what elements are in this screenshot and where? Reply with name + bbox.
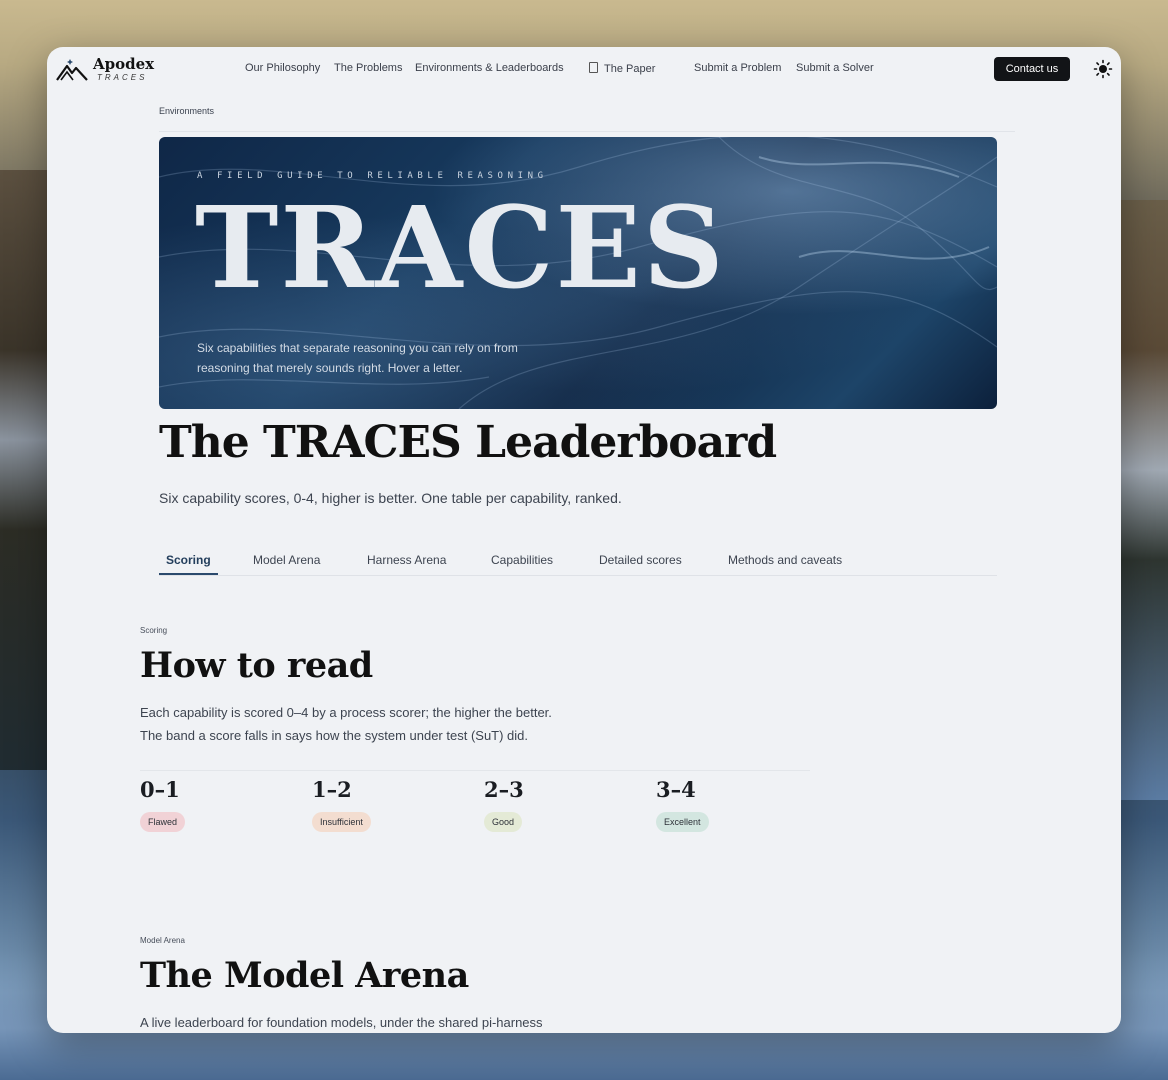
tab-model-arena[interactable]: Model Arena bbox=[253, 553, 320, 567]
bands-divider bbox=[140, 770, 810, 771]
score-band-excellent: 3–4 Excellent bbox=[656, 777, 709, 832]
nav-submit-solver[interactable]: Submit a Solver bbox=[796, 62, 874, 74]
scoring-section-label: Scoring bbox=[140, 626, 168, 635]
status-badge: Good bbox=[484, 812, 523, 832]
band-range: 3–4 bbox=[656, 777, 696, 802]
nav-the-problems[interactable]: The Problems bbox=[334, 62, 402, 74]
nav-submit-problem[interactable]: Submit a Problem bbox=[694, 62, 781, 74]
nav-our-philosophy[interactable]: Our Philosophy bbox=[245, 62, 320, 74]
section-tabs: Scoring Model Arena Harness Arena Capabi… bbox=[159, 542, 997, 576]
hero-banner: A FIELD GUIDE TO RELIABLE REASONING TRAC… bbox=[159, 137, 997, 409]
contact-us-button[interactable]: Contact us bbox=[994, 57, 1070, 81]
page-title: The TRACES Leaderboard bbox=[159, 417, 777, 468]
tab-detailed-scores[interactable]: Detailed scores bbox=[599, 553, 682, 567]
tab-scoring[interactable]: Scoring bbox=[166, 553, 211, 567]
mountain-logo-icon bbox=[56, 59, 88, 81]
top-nav: Apodex TRACES Our Philosophy The Problem… bbox=[47, 47, 1121, 91]
page-subtitle: Six capability scores, 0-4, higher is be… bbox=[159, 490, 622, 506]
model-arena-section-label: Model Arena bbox=[140, 936, 185, 945]
nav-the-paper[interactable]: The Paper bbox=[589, 62, 655, 75]
band-range: 1–2 bbox=[312, 777, 352, 802]
status-badge: Flawed bbox=[140, 812, 186, 832]
hero-kicker: A FIELD GUIDE TO RELIABLE REASONING bbox=[197, 171, 548, 181]
tab-capabilities[interactable]: Capabilities bbox=[491, 553, 553, 567]
nav-the-paper-label: The Paper bbox=[604, 63, 656, 75]
band-range: 0–1 bbox=[140, 777, 180, 802]
scoring-body-line-1: Each capability is scored 0–4 by a proce… bbox=[140, 705, 552, 720]
breadcrumb-divider bbox=[159, 131, 1015, 132]
breadcrumb[interactable]: Environments bbox=[159, 106, 214, 116]
hero-subtitle: Six capabilities that separate reasoning… bbox=[197, 341, 518, 375]
document-icon bbox=[589, 62, 598, 73]
model-arena-section-title: The Model Arena bbox=[140, 955, 469, 996]
sun-icon[interactable] bbox=[1093, 59, 1113, 79]
score-band-flawed: 0–1 Flawed bbox=[140, 777, 186, 832]
model-arena-body: A live leaderboard for foundation models… bbox=[140, 1015, 543, 1030]
score-band-insufficient: 1–2 Insufficient bbox=[312, 777, 371, 832]
brand-logo[interactable]: Apodex TRACES bbox=[55, 56, 154, 84]
active-tab-indicator bbox=[159, 573, 218, 575]
brand-name: Apodex bbox=[93, 55, 155, 73]
band-range: 2–3 bbox=[484, 777, 524, 802]
browser-window: Apodex TRACES Our Philosophy The Problem… bbox=[47, 47, 1121, 1033]
scoring-body-line-2: The band a score falls in says how the s… bbox=[140, 728, 529, 743]
score-band-good: 2–3 Good bbox=[484, 777, 524, 832]
status-badge: Excellent bbox=[656, 812, 709, 832]
nav-environments-leaderboards[interactable]: Environments & Leaderboards bbox=[415, 62, 564, 74]
hero-title[interactable]: TRACES bbox=[195, 189, 726, 309]
tab-harness-arena[interactable]: Harness Arena bbox=[367, 553, 446, 567]
status-badge: Insufficient bbox=[312, 812, 371, 832]
scoring-section-title: How to read bbox=[140, 645, 373, 686]
tab-methods-caveats[interactable]: Methods and caveats bbox=[728, 553, 842, 567]
brand-subtitle: TRACES bbox=[97, 73, 148, 82]
